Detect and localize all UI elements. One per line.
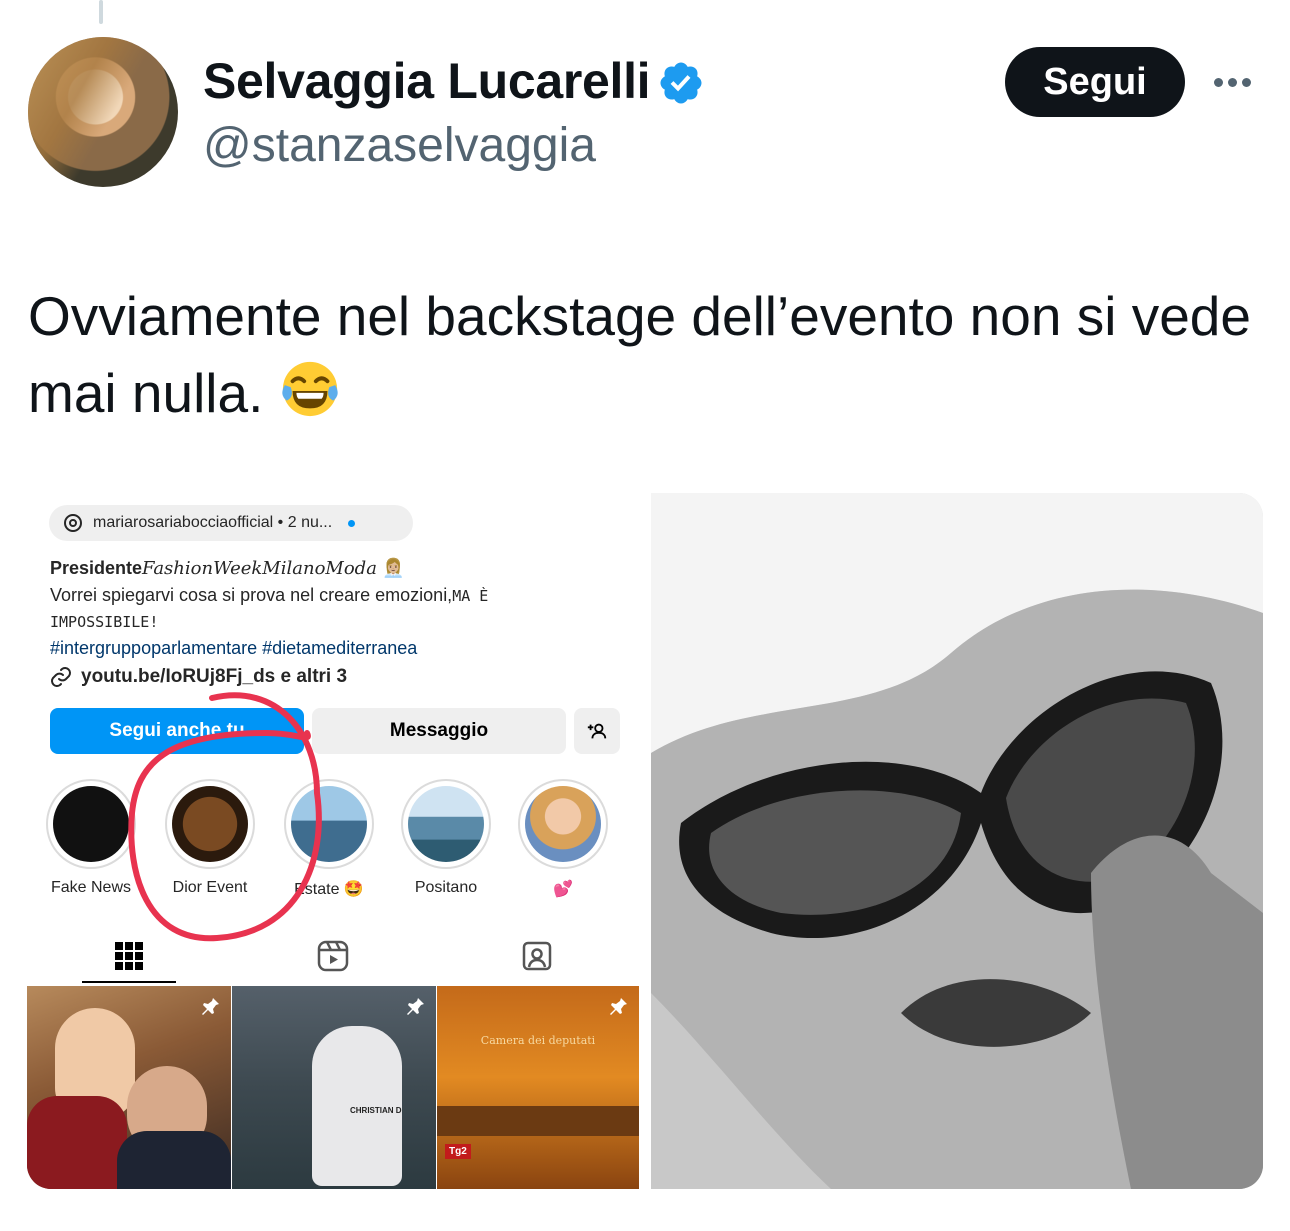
highlight-label: 💕 xyxy=(553,881,573,898)
highlight-label: Fake News xyxy=(50,879,132,896)
highlight-hearts[interactable]: 💕 xyxy=(513,779,613,899)
active-tab-indicator xyxy=(82,981,176,983)
highlight-label: Positano xyxy=(414,879,478,896)
add-person-icon xyxy=(587,723,607,739)
ig-follow-button[interactable]: Segui anche tu xyxy=(50,708,304,754)
follow-button[interactable]: Segui xyxy=(1005,47,1185,117)
highlight-dior-event[interactable]: Dior Event xyxy=(160,779,260,897)
highlight-label: Dior Event xyxy=(172,879,248,896)
story-highlights: Fake News Dior Event Estate 🤩 Positano 💕 xyxy=(27,779,639,899)
threads-badge: mariarosariabocciaofficial • 2 nu... xyxy=(49,505,413,541)
tweet-media[interactable]: mariarosariabocciaofficial • 2 nu... Pre… xyxy=(27,493,1263,1189)
bio-line2: Vorrei spiegarvi cosa si prova nel crear… xyxy=(50,585,453,605)
tab-tagged[interactable] xyxy=(435,929,639,983)
grid-icon xyxy=(115,942,143,970)
bio-line2-caps: MA È xyxy=(452,587,489,605)
profile-bio: PresidenteFashionWeekMilanoModa 👩🏼‍💼 Vor… xyxy=(50,555,630,661)
reels-icon xyxy=(317,940,349,972)
pinned-icon xyxy=(407,998,424,1015)
unread-dot xyxy=(348,519,356,527)
bio-line3: IMPOSSIBILE! xyxy=(50,613,159,631)
link-icon xyxy=(51,667,71,687)
tab-grid[interactable] xyxy=(27,929,231,983)
threads-username: mariarosariabocciaofficial • 2 nu... xyxy=(93,514,333,531)
instagram-profile-screenshot[interactable]: mariarosariabocciaofficial • 2 nu... Pre… xyxy=(27,493,639,1189)
author-name[interactable]: Selvaggia Lucarelli xyxy=(203,52,651,110)
verified-badge-icon xyxy=(660,62,702,104)
author-handle[interactable]: @stanzaselvaggia xyxy=(203,118,596,173)
sunglasses-portrait-image xyxy=(651,493,1263,1189)
post-thumbnail[interactable] xyxy=(27,986,231,1189)
profile-tabs xyxy=(27,929,639,985)
tweet-text: Ovviamente nel backstage dell’evento non… xyxy=(28,278,1268,432)
ig-message-button[interactable]: Messaggio xyxy=(312,708,566,754)
post-caption-camera: Camera dei deputati xyxy=(480,1034,596,1047)
pinned-icon xyxy=(610,998,627,1015)
ig-suggest-button[interactable] xyxy=(574,708,620,754)
bio-title-script: FashionWeekMilanoModa xyxy=(142,558,377,579)
threads-icon xyxy=(64,514,82,532)
bio-title-bold: Presidente xyxy=(50,558,143,578)
tears-of-joy-emoji-icon xyxy=(281,361,338,417)
profile-link-text: youtu.be/IoRUj8Fj_ds e altri 3 xyxy=(81,666,348,687)
pinned-icon xyxy=(202,998,219,1015)
author-avatar[interactable] xyxy=(28,37,178,187)
tagged-icon xyxy=(522,941,552,971)
bio-hashtags[interactable]: #intergruppoparlamentare #dietamediterra… xyxy=(50,635,630,661)
more-options-icon[interactable] xyxy=(1214,64,1258,100)
post-thumbnail[interactable]: CHRISTIAN D xyxy=(232,986,436,1189)
thread-line xyxy=(99,0,103,24)
post-badge-tg2: Tg2 xyxy=(445,1144,471,1159)
post-grid: CHRISTIAN D Camera dei deputati Tg2 xyxy=(27,986,639,1189)
highlight-positano[interactable]: Positano xyxy=(396,779,496,897)
profile-link[interactable]: youtu.be/IoRUj8Fj_ds e altri 3 xyxy=(49,665,347,689)
highlight-fake-news[interactable]: Fake News xyxy=(41,779,141,897)
portrait-photo[interactable] xyxy=(651,493,1263,1189)
post-thumbnail[interactable]: Camera dei deputati Tg2 xyxy=(437,986,639,1189)
tab-reels[interactable] xyxy=(231,929,435,983)
highlight-estate[interactable]: Estate 🤩 xyxy=(279,779,379,899)
highlight-label: Estate 🤩 xyxy=(294,881,364,898)
post-caption-dior: CHRISTIAN D xyxy=(350,1106,402,1115)
tweet-text-body: Ovviamente nel backstage dell’evento non… xyxy=(28,285,1251,424)
